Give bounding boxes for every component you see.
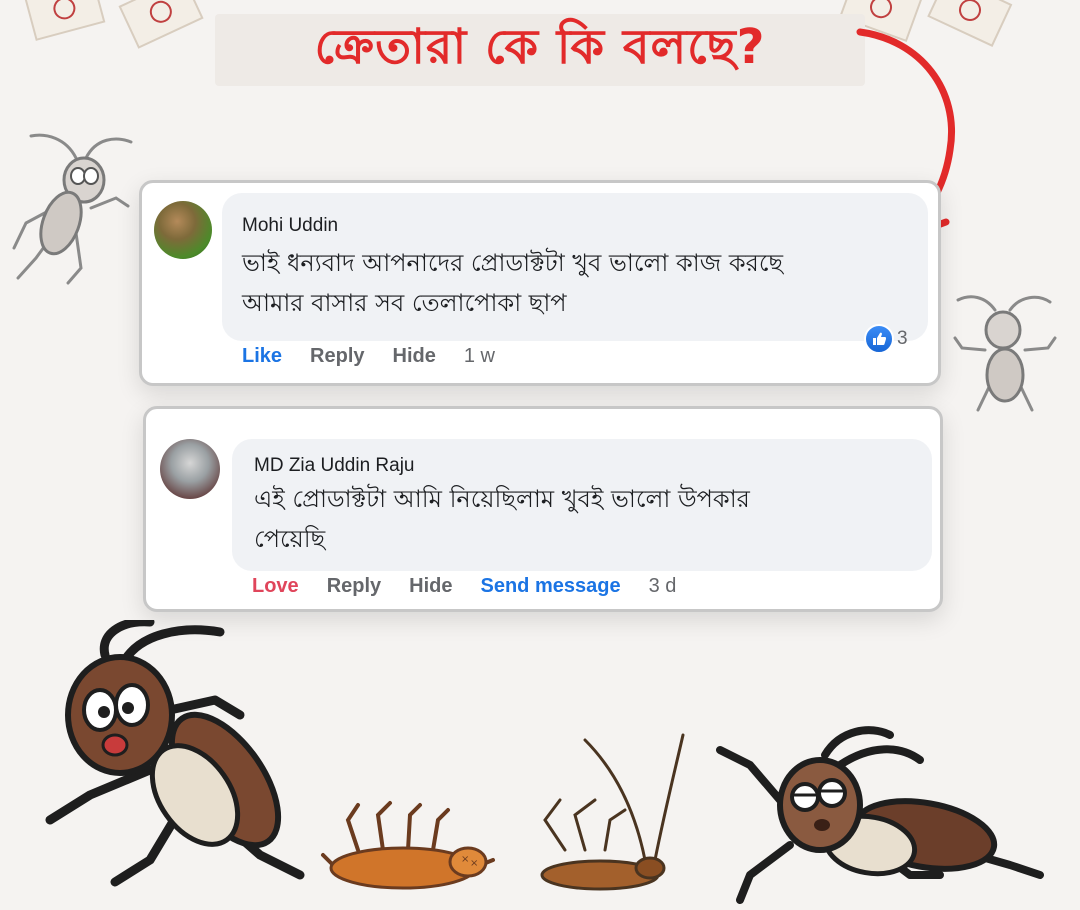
reply-button[interactable]: Reply — [327, 575, 381, 598]
comment-actions: Like Reply Hide 1 w — [242, 345, 495, 368]
reaction-count: 3 — [897, 328, 908, 349]
send-message-button[interactable]: Send message — [481, 575, 621, 598]
hide-button[interactable]: Hide — [409, 575, 452, 598]
cockroach-icon — [12, 133, 133, 285]
dead-cockroach-icon: × × — [321, 801, 495, 890]
page-title: ক্রেতারা কে কি বলছে? — [314, 18, 766, 75]
reaction-summary[interactable]: 3 — [864, 324, 908, 354]
timestamp[interactable]: 3 d — [649, 575, 677, 598]
timestamp[interactable]: 1 w — [464, 345, 495, 368]
title-banner: ক্রেতারা কে কি বলছে? — [215, 14, 865, 86]
svg-text:×: × — [470, 858, 478, 869]
comment-bubble: Mohi Uddin ভাই ধন্যবাদ আপনাদের প্রোডাক্ট… — [222, 193, 928, 341]
comment-text-line: এই প্রোডাক্টটা আমি নিয়েছিলাম খুবই ভালো … — [254, 485, 750, 513]
avatar[interactable] — [154, 201, 212, 259]
comment-text: ভাই ধন্যবাদ আপনাদের প্রোডাক্টটা খুব ভালো… — [242, 243, 902, 323]
thumbs-up-icon — [864, 324, 894, 354]
product-packets-left-icon — [23, 0, 204, 49]
hide-button[interactable]: Hide — [393, 345, 436, 368]
cockroach-icon — [953, 295, 1057, 412]
comment-card: MD Zia Uddin Raju এই প্রোডাক্টটা আমি নিয… — [143, 406, 943, 612]
cockroach-icon — [45, 620, 305, 887]
like-button[interactable]: Like — [242, 345, 282, 368]
comment-author[interactable]: MD Zia Uddin Raju — [254, 455, 415, 477]
comment-author[interactable]: Mohi Uddin — [242, 215, 338, 237]
avatar[interactable] — [160, 439, 220, 499]
comment-text: এই প্রোডাক্টটা আমি নিয়েছিলাম খুবই ভালো … — [254, 479, 914, 559]
dead-cockroach-icon — [540, 733, 685, 891]
testimonial-page: ক্রেতারা কে কি বলছে? Mohi Uddin ভাই ধন্য… — [0, 0, 1080, 910]
comment-text-line: পেয়েছি — [254, 525, 326, 553]
comment-text-line: আমার বাসার সব তেলাপোকা ছাপ — [242, 289, 567, 317]
comment-bubble: MD Zia Uddin Raju এই প্রোডাক্টটা আমি নিয… — [232, 439, 932, 571]
love-button[interactable]: Love — [252, 575, 299, 598]
svg-text:×: × — [461, 854, 469, 865]
comment-text-line: ভাই ধন্যবাদ আপনাদের প্রোডাক্টটা খুব ভালো… — [242, 249, 784, 277]
comment-card: Mohi Uddin ভাই ধন্যবাদ আপনাদের প্রোডাক্ট… — [139, 180, 941, 386]
reply-button[interactable]: Reply — [310, 345, 364, 368]
comment-actions: Love Reply Hide Send message 3 d — [252, 575, 676, 598]
cockroach-icon — [716, 726, 1044, 904]
